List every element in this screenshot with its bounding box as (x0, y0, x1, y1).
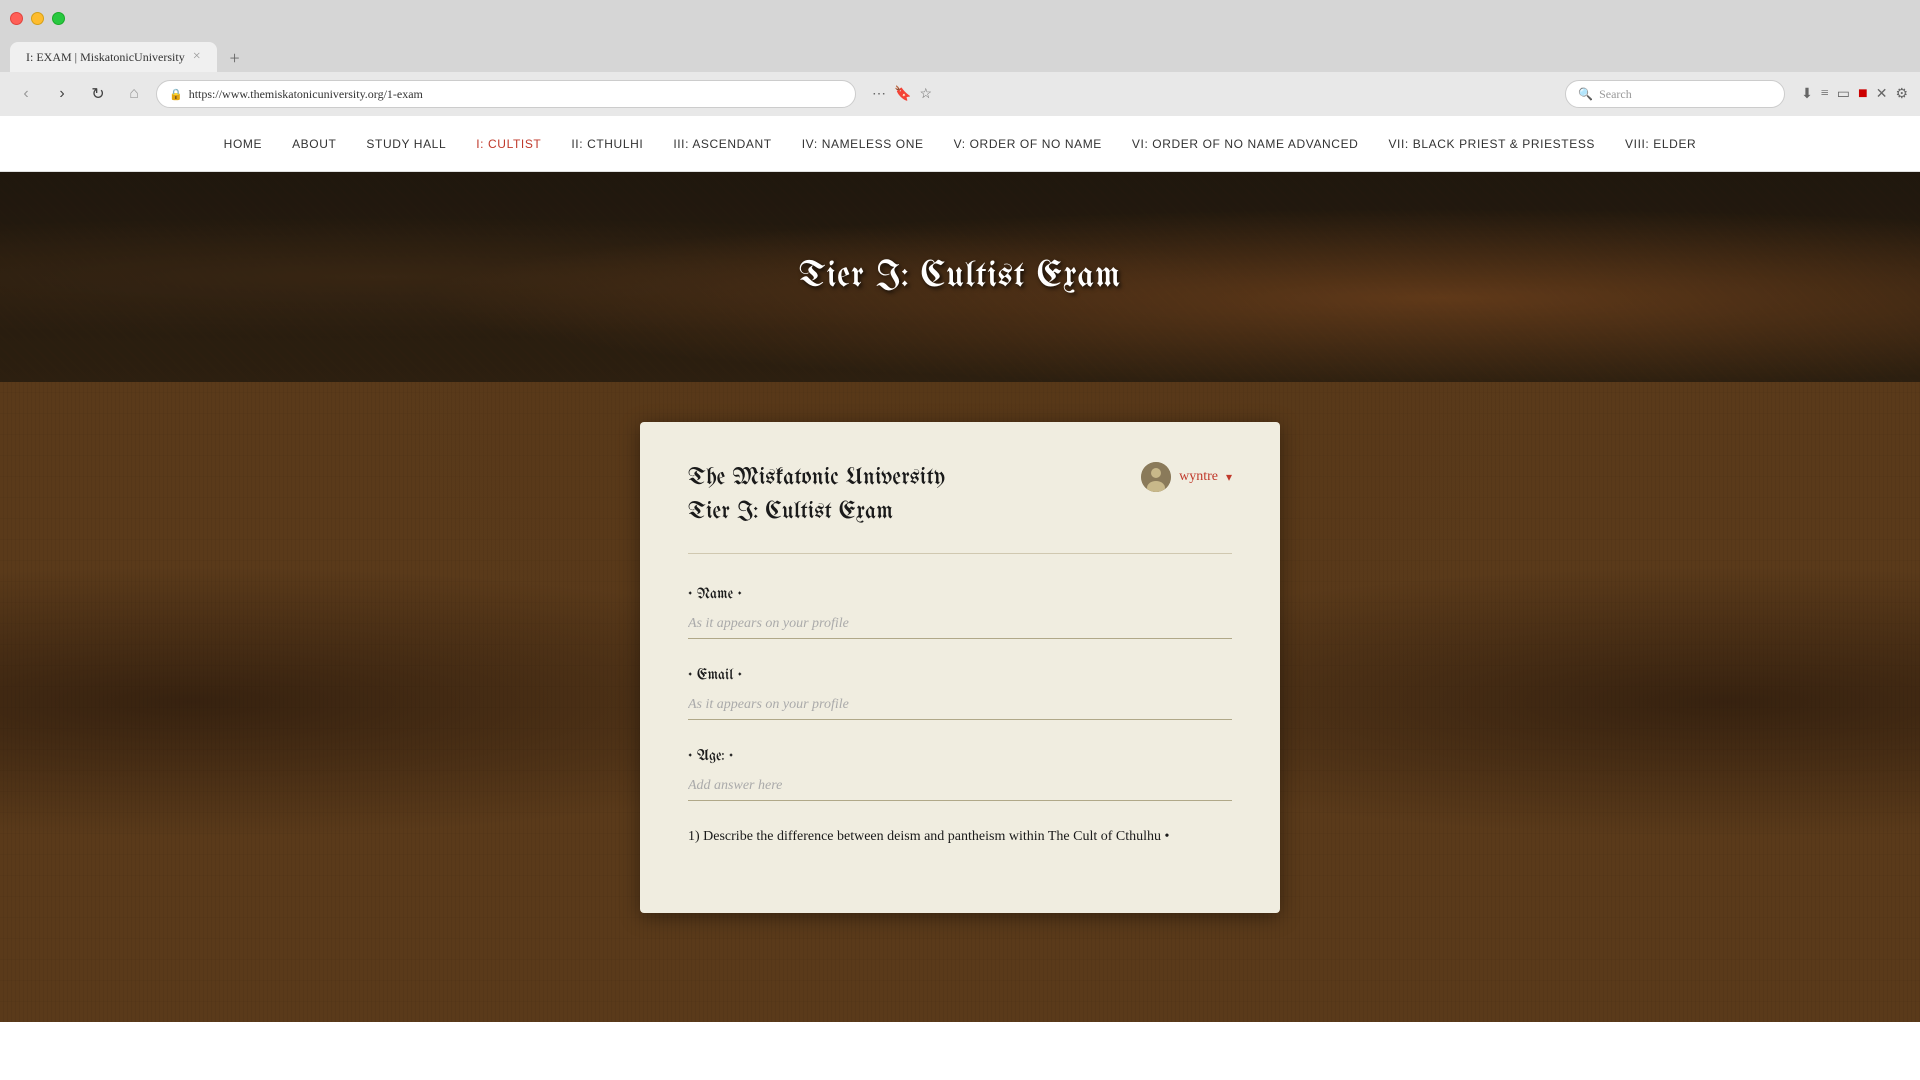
age-field: • Age: • (688, 748, 1232, 801)
back-button[interactable]: ‹ (12, 80, 40, 108)
user-name: wyntre (1179, 469, 1218, 485)
question-field: 1) Describe the difference between deism… (688, 829, 1232, 845)
name-field: • Name • (688, 586, 1232, 639)
nav-cultist[interactable]: I: CULTIST (476, 137, 541, 151)
email-label: • Email • (688, 667, 1232, 683)
main-content: The Miskatonic University Tier I: Cultis… (0, 382, 1920, 1022)
minimize-window-button[interactable] (31, 12, 44, 25)
user-badge[interactable]: wyntre ▾ (1141, 462, 1232, 492)
user-avatar (1141, 462, 1171, 492)
refresh-button[interactable]: ↻ (84, 80, 112, 108)
close-window-button[interactable] (10, 12, 23, 25)
form-title-line1: The Miskatonic University (688, 466, 945, 491)
tab-close-button[interactable]: × (193, 49, 201, 65)
nav-order-no-name[interactable]: V: ORDER OF NO NAME (954, 137, 1102, 151)
nav-home[interactable]: HOME (224, 137, 262, 151)
extensions-icon[interactable]: ⋯ (872, 86, 886, 103)
toolbar-icons: ⋯ 🔖 ☆ (872, 86, 932, 103)
nav-ascendant[interactable]: III: ASCENDANT (673, 137, 771, 151)
form-title-line2: Tier I: Cultist Exam (688, 500, 893, 525)
close-icon[interactable]: ✕ (1876, 86, 1888, 103)
form-header: The Miskatonic University Tier I: Cultis… (688, 462, 1232, 554)
star-icon[interactable]: ☆ (919, 86, 932, 103)
browser-chrome: I: EXAM | MiskatonicUniversity × + ‹ › ↻… (0, 0, 1920, 116)
website-content: HOME ABOUT STUDY HALL I: CULTIST II: CTH… (0, 116, 1920, 1022)
nav-order-no-name-advanced[interactable]: VI: ORDER OF NO NAME ADVANCED (1132, 137, 1359, 151)
bookmarks-list-icon[interactable]: ≡ (1821, 86, 1829, 102)
name-input[interactable] (688, 610, 1232, 639)
form-title: The Miskatonic University Tier I: Cultis… (688, 462, 945, 529)
bookmark-icon[interactable]: 🔖 (894, 86, 911, 103)
tab-bar: I: EXAM | MiskatonicUniversity × + (0, 36, 1920, 72)
nav-elder[interactable]: VIII: ELDER (1625, 137, 1696, 151)
user-dropdown-icon: ▾ (1226, 470, 1232, 485)
download-icon[interactable]: ⬇ (1801, 86, 1813, 103)
email-field: • Email • (688, 667, 1232, 720)
maximize-window-button[interactable] (52, 12, 65, 25)
search-placeholder: Search (1599, 87, 1632, 102)
menu-icon[interactable]: ■ (1858, 85, 1868, 103)
hero-section: Tier I: Cultist Exam (0, 172, 1920, 382)
nav-study-hall[interactable]: STUDY HALL (366, 137, 446, 151)
question-text: 1) Describe the difference between deism… (688, 829, 1232, 845)
site-navigation: HOME ABOUT STUDY HALL I: CULTIST II: CTH… (0, 116, 1920, 172)
age-label: • Age: • (688, 748, 1232, 764)
name-label: • Name • (688, 586, 1232, 602)
home-button[interactable]: ⌂ (120, 80, 148, 108)
nav-black-priest[interactable]: VII: BLACK PRIEST & PRIESTESS (1388, 137, 1595, 151)
settings-icon[interactable]: ⚙ (1895, 86, 1908, 103)
nav-nameless-one[interactable]: IV: NAMELESS ONE (802, 137, 924, 151)
security-lock-icon: 🔒 (169, 88, 183, 101)
address-text: https://www.themiskatonicuniversity.org/… (189, 87, 423, 102)
email-input[interactable] (688, 691, 1232, 720)
pip-icon[interactable]: ▭ (1837, 86, 1850, 103)
address-bar[interactable]: 🔒 https://www.themiskatonicuniversity.or… (156, 80, 856, 108)
right-toolbar-icons: ⬇ ≡ ▭ ■ ✕ ⚙ (1801, 85, 1908, 103)
forward-button[interactable]: › (48, 80, 76, 108)
browser-titlebar (0, 0, 1920, 36)
tab-title: I: EXAM | MiskatonicUniversity (26, 50, 185, 65)
nav-about[interactable]: ABOUT (292, 137, 336, 151)
age-input[interactable] (688, 772, 1232, 801)
exam-form-card: The Miskatonic University Tier I: Cultis… (640, 422, 1280, 913)
active-tab[interactable]: I: EXAM | MiskatonicUniversity × (10, 42, 217, 72)
browser-toolbar: ‹ › ↻ ⌂ 🔒 https://www.themiskatonicunive… (0, 72, 1920, 116)
browser-search-bar[interactable]: 🔍 Search (1565, 80, 1785, 108)
search-icon: 🔍 (1578, 87, 1593, 102)
new-tab-button[interactable]: + (221, 44, 249, 72)
hero-title: Tier I: Cultist Exam (799, 259, 1121, 296)
nav-cthulhi[interactable]: II: CTHULHI (571, 137, 643, 151)
